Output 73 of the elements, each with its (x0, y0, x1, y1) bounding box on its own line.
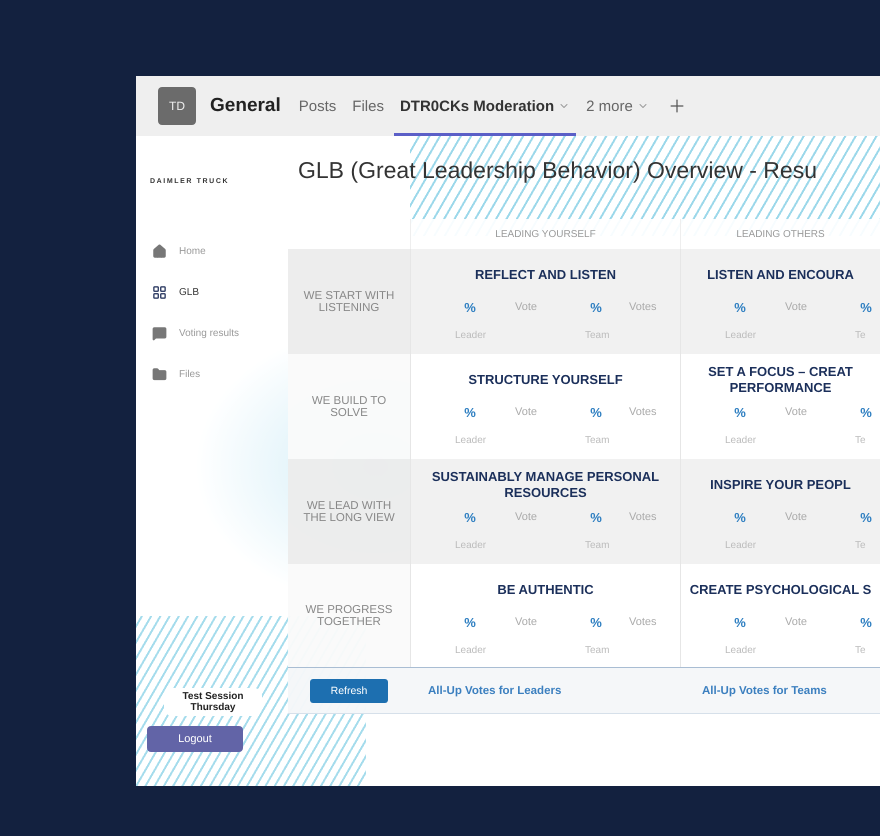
nav-label: Home (179, 246, 206, 257)
leader-label: Leader (455, 434, 486, 446)
row-label: WE LEAD WITH THE LONG VIEW (288, 459, 410, 564)
leader-votes: Vote (784, 301, 808, 313)
votes-link[interactable]: All-Up Votes for Teams (680, 684, 880, 696)
leader-votes: Vote (514, 406, 538, 418)
team-label: Team (585, 644, 610, 656)
team-label: Te (855, 644, 866, 656)
logout-button[interactable]: Logout (147, 726, 243, 752)
leader-label: Leader (455, 644, 486, 656)
leader-label: Leader (725, 644, 756, 656)
leader-votes: Vote (784, 406, 808, 418)
team-percent: % (860, 614, 872, 630)
column-header: LEADING OTHERS (680, 219, 880, 249)
leader-percent: % (464, 614, 476, 630)
behavior-title: SUSTAINABLY MANAGE PERSONAL RESOURCES (430, 469, 660, 501)
leader-percent: % (734, 614, 746, 630)
row-label: WE START WITH LISTENING (288, 249, 410, 354)
team-label: Te (855, 434, 866, 446)
behavior-title: CREATE PSYCHOLOGICAL S (688, 581, 872, 599)
column-header: LEADING YOURSELF (410, 219, 680, 249)
page-title: GLB (Great Leadership Behavior) Overview - Resu (297, 156, 818, 185)
tab[interactable]: Posts (292, 76, 342, 136)
refresh-button[interactable]: Refresh (310, 678, 388, 702)
team-percent: % (590, 614, 602, 630)
row-label: WE BUILD TO SOLVE (288, 354, 410, 459)
nav-label: Voting results (179, 328, 240, 339)
behavior-title: BE AUTHENTIC (496, 581, 595, 599)
row-label: WE PROGRESS TOGETHER (288, 564, 410, 667)
leader-votes: Vote (514, 301, 538, 313)
team-percent: % (590, 300, 602, 314)
nav-label: GLB (179, 287, 200, 298)
avatar[interactable]: TD (158, 87, 196, 125)
leader-votes: Vote (784, 616, 808, 628)
leader-percent: % (734, 404, 746, 420)
message-icon (152, 326, 167, 341)
grid-icon (152, 285, 167, 300)
nav-item[interactable]: Home (136, 231, 286, 272)
team-votes: Votes (628, 406, 658, 418)
team-votes: Votes (628, 616, 658, 628)
team-percent: % (590, 404, 602, 420)
leader-percent: % (734, 300, 746, 314)
behavior-title: LISTEN AND ENCOURA (706, 266, 855, 284)
leader-percent: % (464, 404, 476, 420)
team-percent: % (860, 300, 872, 314)
leader-votes: Vote (514, 616, 538, 628)
leader-percent: % (464, 300, 476, 314)
votes-link[interactable]: All-Up Votes for Leaders (410, 684, 680, 696)
leader-percent: % (464, 510, 476, 524)
behavior-title: SET A FOCUS – CREAT PERFORMANCE (707, 364, 854, 396)
team-percent: % (860, 510, 872, 524)
behavior-title: REFLECT AND LISTEN (474, 266, 618, 284)
session-label: Test Session Thursday (164, 688, 262, 716)
home-icon (152, 244, 167, 259)
behavior-title: INSPIRE YOUR PEOPL (709, 476, 852, 494)
team-percent: % (590, 510, 602, 524)
team-label: Team (585, 434, 610, 446)
leader-percent: % (734, 510, 746, 524)
team-percent: % (860, 404, 872, 420)
leader-label: Leader (725, 434, 756, 446)
nav-label: Files (179, 369, 200, 380)
tab[interactable]: 2 more (580, 76, 655, 136)
team-votes: Votes (628, 511, 658, 523)
tab[interactable]: Files (346, 76, 390, 136)
channel-title: General (210, 95, 281, 117)
nav-item[interactable]: Voting results (136, 313, 286, 354)
nav-item[interactable]: GLB (136, 272, 286, 313)
leader-votes: Vote (514, 511, 538, 523)
behavior-title: STRUCTURE YOURSELF (467, 371, 624, 389)
nav-item[interactable]: Files (136, 354, 286, 395)
folder-icon (152, 367, 167, 382)
leader-votes: Vote (784, 511, 808, 523)
team-votes: Votes (628, 301, 658, 313)
